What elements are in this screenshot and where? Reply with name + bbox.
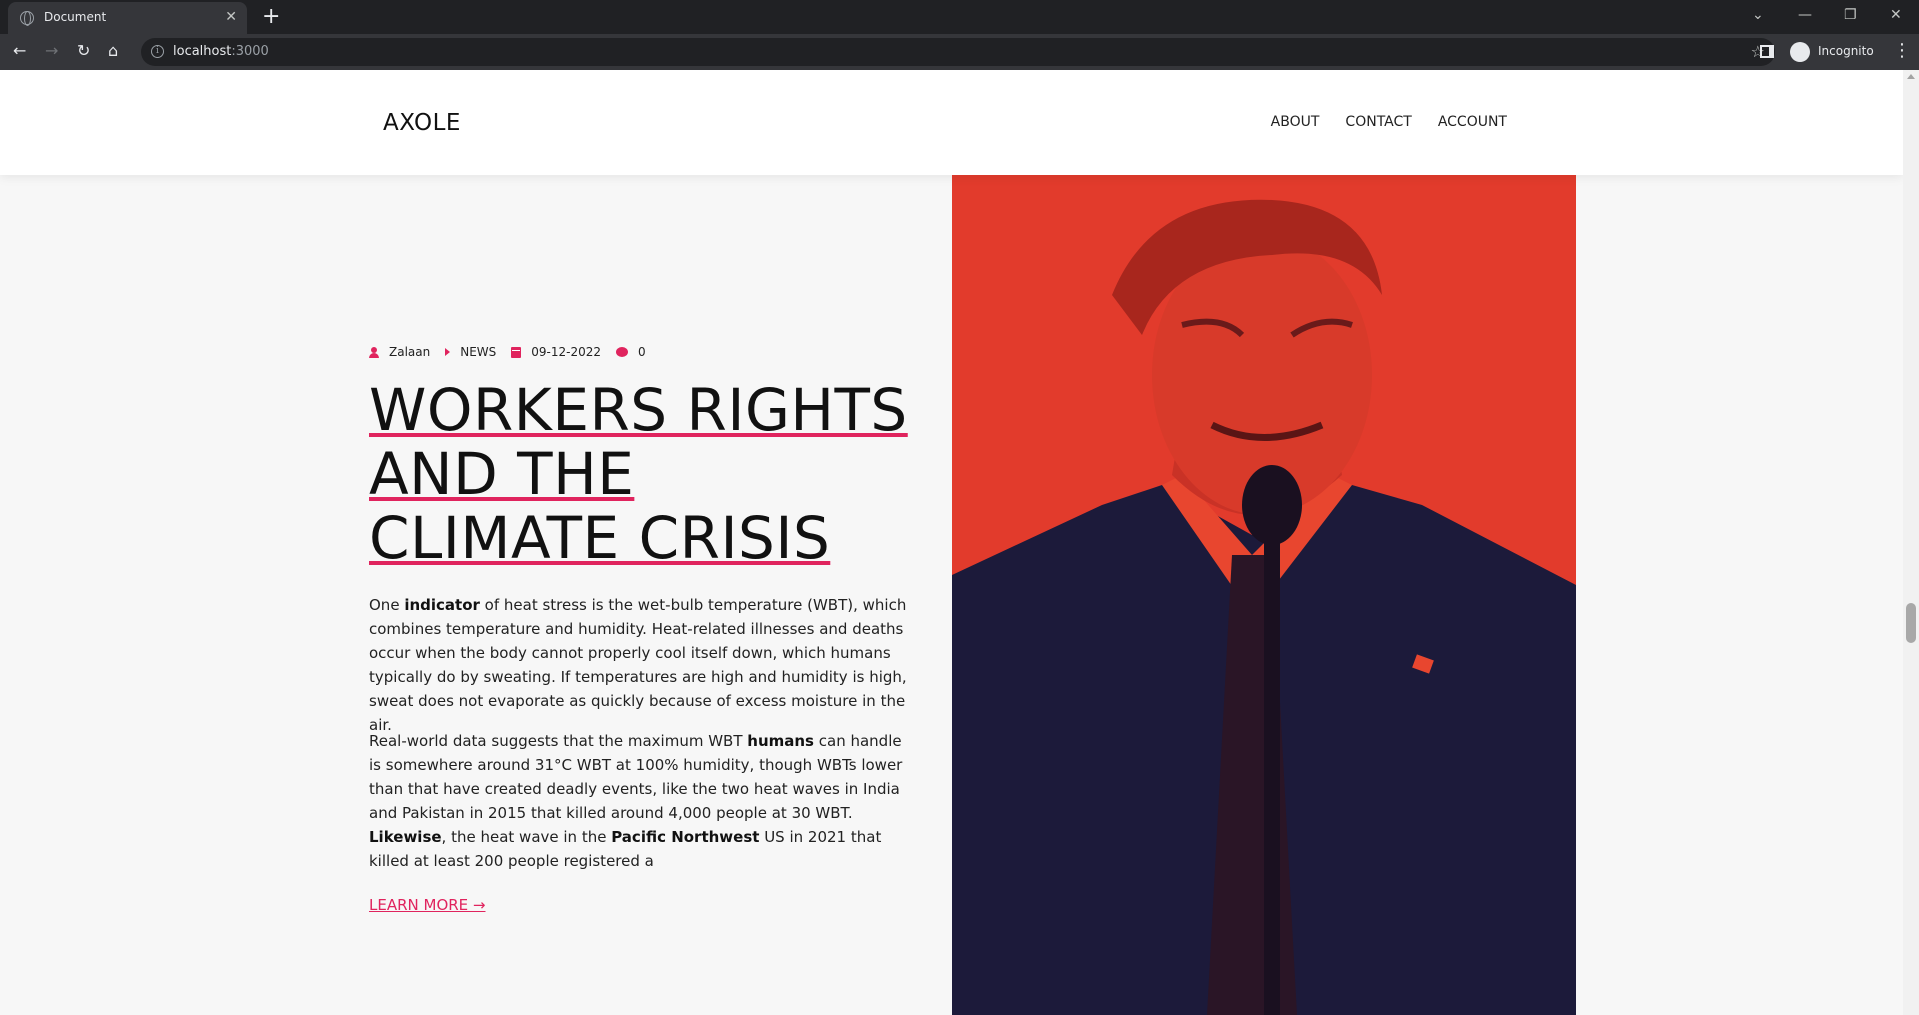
browser-toolbar: ← → ↻ ⌂ i localhost:3000 ☆ Incognito ⋮ <box>0 34 1919 70</box>
portrait-illustration <box>952 175 1576 1015</box>
main-nav: ABOUT CONTACT ACCOUNT <box>1271 114 1507 130</box>
nav-contact[interactable]: CONTACT <box>1345 114 1411 130</box>
site-header: AXOLE ABOUT CONTACT ACCOUNT <box>0 70 1903 175</box>
article-date: 09-12-2022 <box>531 345 602 359</box>
article-paragraph: One indicator of heat stress is the wet-… <box>369 596 907 734</box>
hero-image <box>952 175 1576 1015</box>
url-text: localhost:3000 <box>173 44 269 59</box>
title-line: WORKERS RIGHTS <box>369 376 908 444</box>
close-window-icon[interactable]: ✕ <box>1890 5 1902 25</box>
tab-search-icon[interactable]: ⌄ <box>1752 5 1764 25</box>
reload-icon[interactable]: ↻ <box>77 41 90 61</box>
comment-icon <box>616 347 629 357</box>
page-viewport: AXOLE ABOUT CONTACT ACCOUNT Zalaan NEWS … <box>0 70 1903 1015</box>
globe-icon <box>20 11 34 26</box>
close-tab-icon[interactable]: ✕ <box>225 8 237 26</box>
menu-icon[interactable]: ⋮ <box>1893 40 1911 62</box>
browser-tab-strip: Document ✕ + ⌄ — ❐ ✕ <box>0 0 1919 34</box>
scrollbar-thumb[interactable] <box>1906 603 1916 643</box>
article-paragraph: Real-world data suggests that the maximu… <box>369 732 903 870</box>
new-tab-icon[interactable]: + <box>262 5 280 29</box>
title-line: CLIMATE CRISIS <box>369 504 831 572</box>
article-meta: Zalaan NEWS 09-12-2022 0 <box>369 345 661 359</box>
scroll-up-icon[interactable] <box>1907 74 1915 79</box>
nav-about[interactable]: ABOUT <box>1271 114 1320 130</box>
side-panel-icon[interactable] <box>1760 45 1774 58</box>
article-title[interactable]: WORKERS RIGHTS AND THE CLIMATE CRISIS <box>369 378 929 570</box>
tab-title: Document <box>44 10 107 24</box>
site-logo[interactable]: AXOLE <box>383 110 461 136</box>
nav-account[interactable]: ACCOUNT <box>1438 114 1507 130</box>
forward-icon[interactable]: → <box>45 41 58 61</box>
back-icon[interactable]: ← <box>13 41 26 61</box>
page-scrollbar[interactable] <box>1903 70 1919 1015</box>
browser-tab[interactable]: Document ✕ <box>8 2 247 34</box>
learn-more-link[interactable]: LEARN MORE → <box>369 896 486 914</box>
minimize-icon[interactable]: — <box>1798 5 1812 25</box>
home-icon[interactable]: ⌂ <box>108 41 118 61</box>
restore-icon[interactable]: ❐ <box>1844 5 1857 25</box>
address-bar[interactable]: i localhost:3000 ☆ <box>141 38 1775 66</box>
article-category[interactable]: NEWS <box>460 345 496 359</box>
calendar-icon <box>511 346 522 358</box>
profile-label[interactable]: Incognito <box>1818 44 1874 58</box>
incognito-icon[interactable] <box>1790 42 1810 62</box>
comment-count[interactable]: 0 <box>638 345 646 359</box>
site-info-icon[interactable]: i <box>151 45 164 58</box>
title-line: AND THE <box>369 440 635 508</box>
caret-right-icon <box>445 348 451 356</box>
user-icon <box>369 346 379 358</box>
article-author[interactable]: Zalaan <box>389 345 430 359</box>
